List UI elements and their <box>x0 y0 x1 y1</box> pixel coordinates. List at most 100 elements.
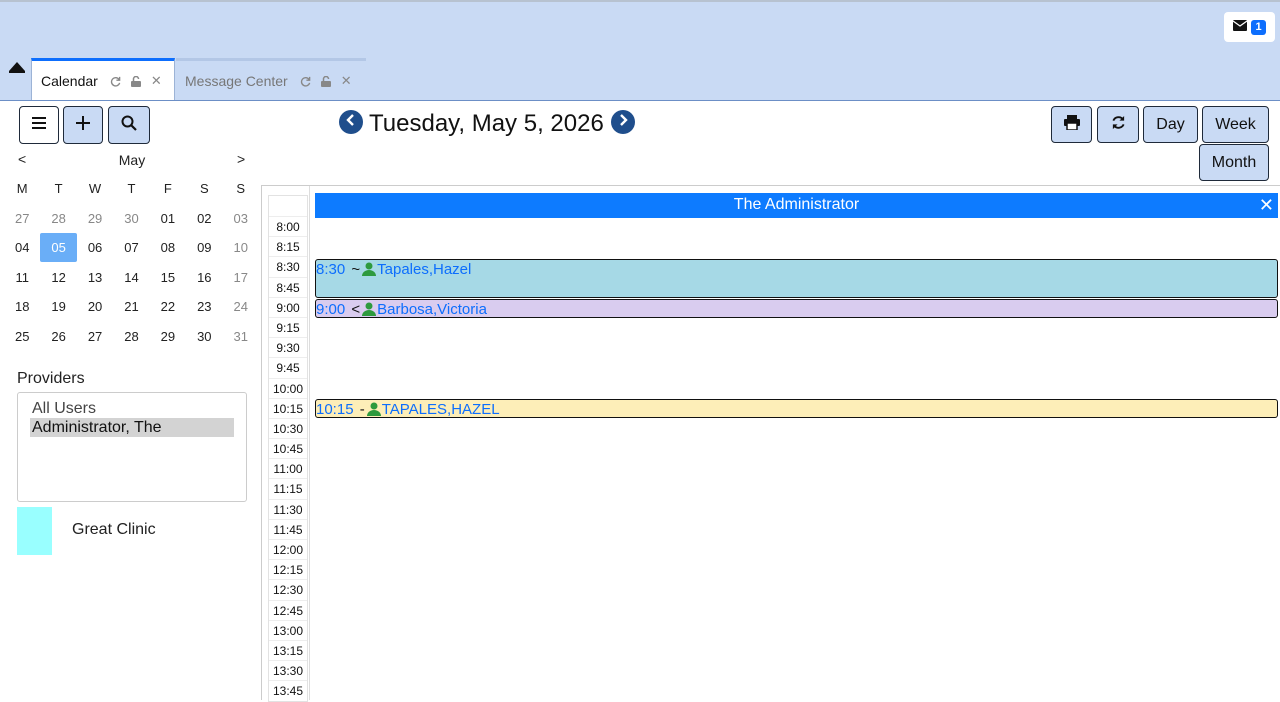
mini-calendar-day[interactable]: 10 <box>223 233 259 262</box>
mini-calendar-day[interactable]: 29 <box>77 204 113 233</box>
day-view-button[interactable]: Day <box>1143 106 1198 143</box>
mini-calendar-day[interactable]: 02 <box>186 204 222 233</box>
appointment[interactable]: 10:15 - TAPALES,HAZEL <box>315 399 1278 418</box>
mini-calendar-day[interactable]: 25 <box>4 322 40 351</box>
time-slot-label[interactable]: 9:45 <box>269 357 307 377</box>
mini-calendar-day[interactable]: 11 <box>4 263 40 292</box>
time-slot-label[interactable]: 11:30 <box>269 498 307 519</box>
week-view-button[interactable]: Week <box>1202 106 1269 143</box>
time-slot-label[interactable]: 13:45 <box>269 680 307 700</box>
providers-list[interactable]: All Users Administrator, The <box>17 392 247 502</box>
time-slot-label[interactable]: 10:45 <box>269 438 307 458</box>
mini-calendar-day[interactable]: 13 <box>77 263 113 292</box>
add-appointment-button[interactable] <box>63 106 103 144</box>
time-slot-label[interactable]: 9:15 <box>269 316 307 337</box>
mini-calendar-day[interactable]: 20 <box>77 292 113 321</box>
mini-calendar-day[interactable]: 15 <box>150 263 186 292</box>
time-slot-label[interactable]: 13:00 <box>269 619 307 640</box>
time-slot-label[interactable]: 12:45 <box>269 599 307 620</box>
mini-calendar-day[interactable]: 30 <box>113 204 149 233</box>
time-slot-label[interactable]: 13:30 <box>269 660 307 680</box>
next-month-button[interactable]: > <box>237 151 245 167</box>
time-slot-label[interactable]: 8:30 <box>269 256 307 276</box>
print-button[interactable] <box>1051 106 1092 143</box>
close-icon[interactable]: ✕ <box>341 73 352 89</box>
time-slot-label[interactable]: 10:15 <box>269 397 307 418</box>
appointment[interactable]: 8:30 ~ Tapales,Hazel <box>315 259 1278 298</box>
weekday-label: M <box>16 181 28 197</box>
time-slot-label[interactable]: 13:15 <box>269 639 307 660</box>
close-icon[interactable]: ✕ <box>151 73 162 89</box>
appointment[interactable]: 9:00 < Barbosa,Victoria <box>315 299 1278 318</box>
unlock-icon[interactable] <box>130 75 141 87</box>
time-slot-label[interactable]: 9:00 <box>269 296 307 317</box>
search-button[interactable] <box>108 106 150 144</box>
time-slot-label[interactable]: 12:00 <box>269 539 307 559</box>
mini-calendar-day[interactable]: 06 <box>77 233 113 262</box>
time-slot-label[interactable]: 10:30 <box>269 417 307 438</box>
mini-calendar-day[interactable]: 22 <box>150 292 186 321</box>
next-day-button[interactable] <box>611 110 635 134</box>
time-slot-label[interactable]: 11:15 <box>269 478 307 498</box>
refresh-icon[interactable] <box>110 76 121 87</box>
time-slot-label[interactable]: 8:45 <box>269 276 307 297</box>
mini-calendar-day-selected[interactable]: 05 <box>40 233 77 263</box>
appointment-time[interactable]: 10:15 <box>316 401 354 418</box>
mini-calendar-week: 25 26 27 28 29 30 31 <box>4 322 259 352</box>
close-icon[interactable]: ✕ <box>1259 193 1274 217</box>
time-slot-label[interactable]: 10:00 <box>269 377 307 398</box>
menu-button[interactable] <box>19 106 59 144</box>
mini-calendar-day[interactable]: 26 <box>40 322 76 351</box>
patient-name-link[interactable]: Tapales,Hazel <box>377 261 471 278</box>
mini-calendar-day[interactable]: 12 <box>40 263 76 292</box>
mini-calendar-day[interactable]: 28 <box>113 322 149 351</box>
provider-option[interactable]: All Users <box>30 399 234 418</box>
mini-calendar-day[interactable]: 16 <box>186 263 222 292</box>
messages-button[interactable]: 1 <box>1224 12 1275 42</box>
time-slot-label[interactable]: 9:30 <box>269 337 307 357</box>
mini-calendar-day[interactable]: 24 <box>223 292 259 321</box>
times-divider <box>309 186 310 700</box>
time-slot-label[interactable]: 8:15 <box>269 236 307 256</box>
refresh-button[interactable] <box>1097 106 1139 143</box>
mini-calendar-day[interactable]: 27 <box>4 204 40 233</box>
time-slot-label[interactable]: 11:45 <box>269 518 307 539</box>
mini-calendar-week: 27 28 29 30 01 02 03 <box>4 204 259 234</box>
mini-calendar-day[interactable]: 09 <box>186 233 222 262</box>
mini-calendar-day[interactable]: 28 <box>40 204 76 233</box>
appointment-time[interactable]: 8:30 <box>316 261 345 278</box>
mini-calendar-day[interactable]: 14 <box>113 263 149 292</box>
provider-option-selected[interactable]: Administrator, The <box>30 418 234 437</box>
unlock-icon[interactable] <box>320 75 331 87</box>
prev-day-button[interactable] <box>339 110 363 134</box>
appointment-time[interactable]: 9:00 <box>316 301 345 318</box>
mini-calendar-day[interactable]: 31 <box>223 322 259 351</box>
mini-calendar-day[interactable]: 23 <box>186 292 222 321</box>
mini-calendar-day[interactable]: 07 <box>113 233 149 262</box>
weekday-header: M T W T F S S <box>4 174 259 204</box>
mini-calendar-day[interactable]: 01 <box>150 204 186 233</box>
month-view-button[interactable]: Month <box>1199 144 1269 181</box>
mini-calendar-day[interactable]: 18 <box>4 292 40 321</box>
mini-calendar-day[interactable]: 29 <box>150 322 186 351</box>
time-slot-label[interactable]: 12:30 <box>269 579 307 599</box>
time-slot-label[interactable]: 12:15 <box>269 559 307 579</box>
refresh-icon[interactable] <box>300 76 311 87</box>
patient-name-link[interactable]: Barbosa,Victoria <box>377 301 487 318</box>
mini-calendar-day[interactable]: 03 <box>223 204 259 233</box>
collapse-header-icon[interactable] <box>9 62 25 73</box>
time-slot-label[interactable]: 8:00 <box>269 216 307 236</box>
mini-calendar-day[interactable]: 30 <box>186 322 222 351</box>
patient-name-link[interactable]: TAPALES,HAZEL <box>382 401 500 418</box>
tab-calendar[interactable]: Calendar ✕ <box>31 58 175 101</box>
tab-message-center[interactable]: Message Center ✕ <box>176 58 366 101</box>
time-slot-label[interactable]: 11:00 <box>269 458 307 478</box>
mini-calendar-day[interactable]: 19 <box>40 292 76 321</box>
mini-calendar-day[interactable]: 17 <box>223 263 259 292</box>
mini-calendar-month: May <box>118 152 146 168</box>
mini-calendar: M T W T F S S 27 28 29 30 01 02 03 04 05 06 07 08 09… <box>4 174 259 351</box>
mini-calendar-day[interactable]: 27 <box>77 322 113 351</box>
mini-calendar-day[interactable]: 21 <box>113 292 149 321</box>
mini-calendar-day[interactable]: 04 <box>4 233 40 262</box>
mini-calendar-day[interactable]: 08 <box>150 233 186 262</box>
